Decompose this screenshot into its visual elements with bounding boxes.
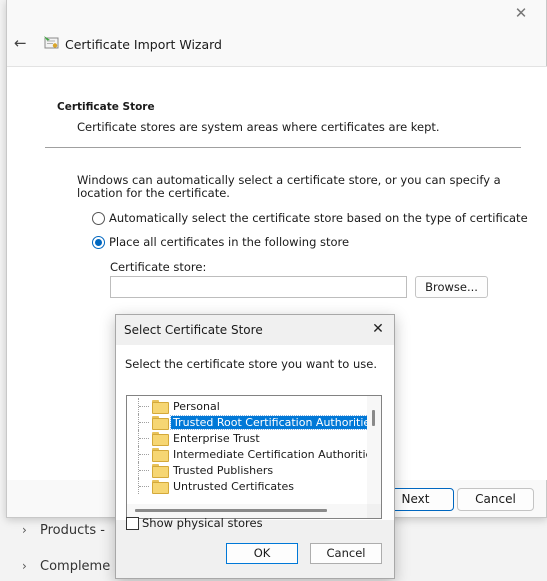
folder-icon <box>152 432 169 446</box>
close-icon[interactable]: ✕ <box>512 4 530 22</box>
show-physical-stores-checkbox[interactable]: Show physical stores <box>126 516 263 530</box>
tree-item-personal[interactable]: Personal <box>127 398 222 414</box>
folder-icon <box>152 400 169 414</box>
certificate-store-label: Certificate store: <box>110 260 207 274</box>
folder-icon <box>152 416 169 430</box>
dialog-title: Select Certificate Store <box>124 323 263 337</box>
bg-nav-label: Products - <box>40 523 105 538</box>
tree-item-untrusted[interactable]: Untrusted Certificates <box>127 478 296 494</box>
dialog-prompt: Select the certificate store you want to… <box>125 357 377 371</box>
tree-item-label: Trusted Root Certification Authorities <box>170 414 379 430</box>
cancel-button[interactable]: Cancel <box>457 488 534 511</box>
folder-icon <box>152 448 169 462</box>
divider <box>45 147 521 148</box>
bg-nav-item-products[interactable]: › Products - <box>22 523 105 538</box>
tree-item-label: Trusted Publishers <box>173 463 274 477</box>
certificate-icon <box>44 36 59 49</box>
store-tree[interactable]: Personal Trusted Root Certification Auth… <box>126 395 382 519</box>
vertical-scrollbar[interactable] <box>367 396 381 504</box>
tree-item-label: Untrusted Certificates <box>173 479 294 493</box>
select-certificate-store-dialog: Select Certificate Store ✕ Select the ce… <box>115 314 395 579</box>
radio-auto-label: Automatically select the certificate sto… <box>109 211 528 225</box>
dialog-cancel-button[interactable]: Cancel <box>310 543 382 564</box>
radio-button-checked[interactable] <box>92 235 105 249</box>
bg-nav-item-compleme[interactable]: › Compleme <box>22 559 110 574</box>
radio-auto-select[interactable]: Automatically select the certificate sto… <box>92 211 528 225</box>
scrollbar-thumb[interactable] <box>372 410 375 426</box>
bg-nav-label: Compleme <box>40 559 111 574</box>
tree-item-label: Enterprise Trust <box>173 431 260 445</box>
tree-item-enterprise-trust[interactable]: Enterprise Trust <box>127 430 262 446</box>
tree-item-trusted-root[interactable]: Trusted Root Certification Authorities <box>127 414 379 430</box>
radio-button[interactable] <box>92 211 105 225</box>
dialog-titlebar[interactable]: Select Certificate Store ✕ <box>116 315 394 345</box>
tree-item-label: Personal <box>173 399 220 413</box>
browse-button[interactable]: Browse... <box>415 276 488 298</box>
folder-icon <box>152 464 169 478</box>
chevron-right-icon: › <box>22 559 27 573</box>
certificate-store-field[interactable] <box>110 276 407 298</box>
radio-manual-label: Place all certificates in the following … <box>109 235 350 249</box>
radio-place-in-store[interactable]: Place all certificates in the following … <box>92 235 349 249</box>
section-description: Certificate stores are system areas wher… <box>77 120 440 134</box>
back-arrow-icon[interactable]: ← <box>14 34 32 52</box>
section-title: Certificate Store <box>57 101 155 113</box>
tree-item-intermediate[interactable]: Intermediate Certification Authorities <box>127 446 380 462</box>
close-icon[interactable]: ✕ <box>370 321 386 337</box>
folder-icon <box>152 480 169 494</box>
tree-item-label: Intermediate Certification Authorities <box>173 447 379 461</box>
ok-button[interactable]: OK <box>226 543 298 564</box>
intro-text: Windows can automatically select a certi… <box>77 173 501 200</box>
scrollbar-thumb[interactable] <box>135 509 327 512</box>
scroll-corner <box>367 504 381 518</box>
chevron-right-icon: › <box>22 523 27 537</box>
dialog-body: Select the certificate store you want to… <box>116 345 394 520</box>
wizard-title: Certificate Import Wizard <box>65 37 222 52</box>
checkbox[interactable] <box>126 516 139 530</box>
tree-item-trusted-publishers[interactable]: Trusted Publishers <box>127 462 275 478</box>
checkbox-label: Show physical stores <box>142 516 263 530</box>
